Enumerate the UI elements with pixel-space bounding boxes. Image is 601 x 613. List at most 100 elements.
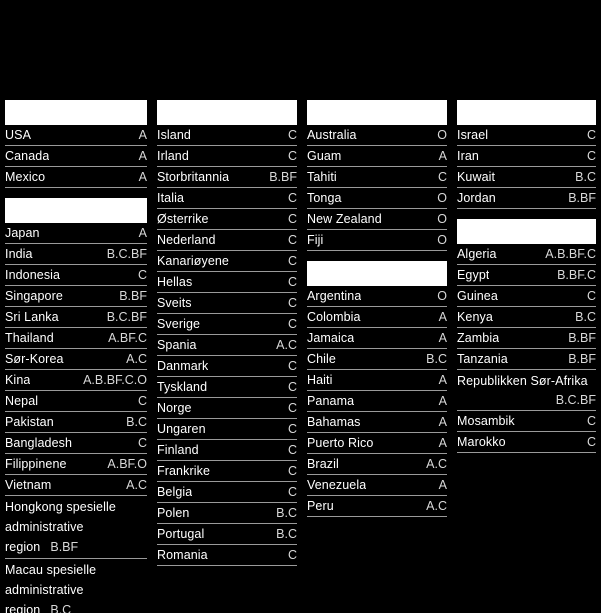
country-name: Kenya <box>457 310 493 324</box>
table-row[interactable]: Frankrike C <box>157 461 297 482</box>
table-row[interactable]: Kenya B.C <box>457 307 596 328</box>
table-row[interactable]: Hongkong spesielle administrative region… <box>5 496 147 559</box>
table-row[interactable]: Macau spesielle administrative region B.C <box>5 559 147 613</box>
plug-type-codes: O <box>437 289 447 303</box>
country-name: Island <box>157 128 191 142</box>
table-row[interactable]: Kuwait B.C <box>457 167 596 188</box>
table-row[interactable]: Island C <box>157 125 297 146</box>
table-row[interactable]: Hellas C <box>157 272 297 293</box>
table-row[interactable]: Sri Lanka B.C.BF <box>5 307 147 328</box>
table-row[interactable]: Australia O <box>307 125 447 146</box>
table-row[interactable]: Ungaren C <box>157 419 297 440</box>
table-row[interactable]: Pakistan B.C <box>5 412 147 433</box>
table-row[interactable]: Guinea C <box>457 286 596 307</box>
table-row[interactable]: Marokko C <box>457 432 596 453</box>
table-row[interactable]: Romania C <box>157 545 297 566</box>
table-row[interactable]: Indonesia C <box>5 265 147 286</box>
country-name: Kuwait <box>457 170 496 184</box>
table-row[interactable]: USA A <box>5 125 147 146</box>
plug-type-codes: A <box>438 310 447 324</box>
table-row[interactable]: Tyskland C <box>157 377 297 398</box>
table-row[interactable]: Guam A <box>307 146 447 167</box>
table-row[interactable]: Tanzania B.BF <box>457 349 596 370</box>
table-row[interactable]: Haiti A <box>307 370 447 391</box>
table-row[interactable]: Chile B.C <box>307 349 447 370</box>
table-row[interactable]: Colombia A <box>307 307 447 328</box>
table-row[interactable]: New Zealand O <box>307 209 447 230</box>
table-row[interactable]: Kanariøyene C <box>157 251 297 272</box>
table-row[interactable]: Republikken Sør-Afrika B.C.BF <box>457 370 596 411</box>
table-row[interactable]: Bahamas A <box>307 412 447 433</box>
plug-type-codes: C <box>287 233 297 247</box>
section-latin-america-header <box>307 261 447 286</box>
country-name: Chile <box>307 352 336 366</box>
section-oceania-header <box>307 100 447 125</box>
plug-type-codes: A <box>438 436 447 450</box>
table-row[interactable]: Nepal C <box>5 391 147 412</box>
table-row[interactable]: Vietnam A.C <box>5 475 147 496</box>
table-row[interactable]: India B.C.BF <box>5 244 147 265</box>
table-row[interactable]: Jordan B.BF <box>457 188 596 209</box>
plug-type-codes: C <box>437 170 447 184</box>
table-row[interactable]: Tonga O <box>307 188 447 209</box>
table-row[interactable]: Israel C <box>457 125 596 146</box>
table-row[interactable]: Bangladesh C <box>5 433 147 454</box>
table-row[interactable]: Storbritannia B.BF <box>157 167 297 188</box>
table-row[interactable]: Filippinene A.BF.O <box>5 454 147 475</box>
table-row[interactable]: Jamaica A <box>307 328 447 349</box>
plug-type-codes: B.C <box>276 527 297 541</box>
plug-type-reference-board: USA A Canada A Mexico A Japan A India B.C.BF Indon… <box>0 0 601 613</box>
country-name: Spania <box>157 338 197 352</box>
country-name: Fiji <box>307 233 324 247</box>
table-row[interactable]: Venezuela A <box>307 475 447 496</box>
country-name: Bahamas <box>307 415 361 429</box>
table-row[interactable]: Peru A.C <box>307 496 447 517</box>
plug-type-codes: B.BF <box>568 352 596 366</box>
table-row[interactable]: Puerto Rico A <box>307 433 447 454</box>
table-row[interactable]: Brazil A.C <box>307 454 447 475</box>
table-row[interactable]: Tahiti C <box>307 167 447 188</box>
table-row[interactable]: Spania A.C <box>157 335 297 356</box>
table-row[interactable]: Norge C <box>157 398 297 419</box>
table-row[interactable]: Danmark C <box>157 356 297 377</box>
table-row[interactable]: Argentina O <box>307 286 447 307</box>
section-north-america-rows: USA A Canada A Mexico A <box>5 125 147 188</box>
plug-type-codes: A <box>438 478 447 492</box>
table-row[interactable]: Nederland C <box>157 230 297 251</box>
table-row[interactable]: Egypt B.BF.C <box>457 265 596 286</box>
table-row[interactable]: Panama A <box>307 391 447 412</box>
country-name: Japan <box>5 226 40 240</box>
country-name: Pakistan <box>5 415 54 429</box>
table-row[interactable]: Sør-Korea A.C <box>5 349 147 370</box>
table-row[interactable]: Sveits C <box>157 293 297 314</box>
table-row[interactable]: Italia C <box>157 188 297 209</box>
table-row[interactable]: Belgia C <box>157 482 297 503</box>
table-row[interactable]: Iran C <box>457 146 596 167</box>
table-row[interactable]: Portugal B.C <box>157 524 297 545</box>
table-row[interactable]: Algeria A.B.BF.C <box>457 244 596 265</box>
plug-type-codes: B.C.BF <box>555 393 596 407</box>
section-africa-rows: Algeria A.B.BF.C Egypt B.BF.C Guinea C Kenya B.… <box>457 244 596 453</box>
plug-type-codes: A <box>138 226 147 240</box>
table-row[interactable]: Japan A <box>5 223 147 244</box>
table-row[interactable]: Mexico A <box>5 167 147 188</box>
country-name: Tonga <box>307 191 342 205</box>
table-row[interactable]: Polen B.C <box>157 503 297 524</box>
table-row[interactable]: Kina A.B.BF.C.O <box>5 370 147 391</box>
table-row[interactable]: Singapore B.BF <box>5 286 147 307</box>
column-4: Israel C Iran C Kuwait B.C Jordan B.BF Algeria A.… <box>452 100 601 453</box>
section-asia-header <box>5 198 147 223</box>
table-row[interactable]: Canada A <box>5 146 147 167</box>
table-row[interactable]: Fiji O <box>307 230 447 251</box>
table-row[interactable]: Zambia B.BF <box>457 328 596 349</box>
table-row[interactable]: Mosambik C <box>457 411 596 432</box>
table-row[interactable]: Irland C <box>157 146 297 167</box>
section-middle-east-header <box>457 100 596 125</box>
plug-type-codes: C <box>586 435 596 449</box>
table-row[interactable]: Finland C <box>157 440 297 461</box>
table-row[interactable]: Sverige C <box>157 314 297 335</box>
table-row[interactable]: Østerrike C <box>157 209 297 230</box>
country-name: Kanariøyene <box>157 254 229 268</box>
table-row[interactable]: Thailand A.BF.C <box>5 328 147 349</box>
